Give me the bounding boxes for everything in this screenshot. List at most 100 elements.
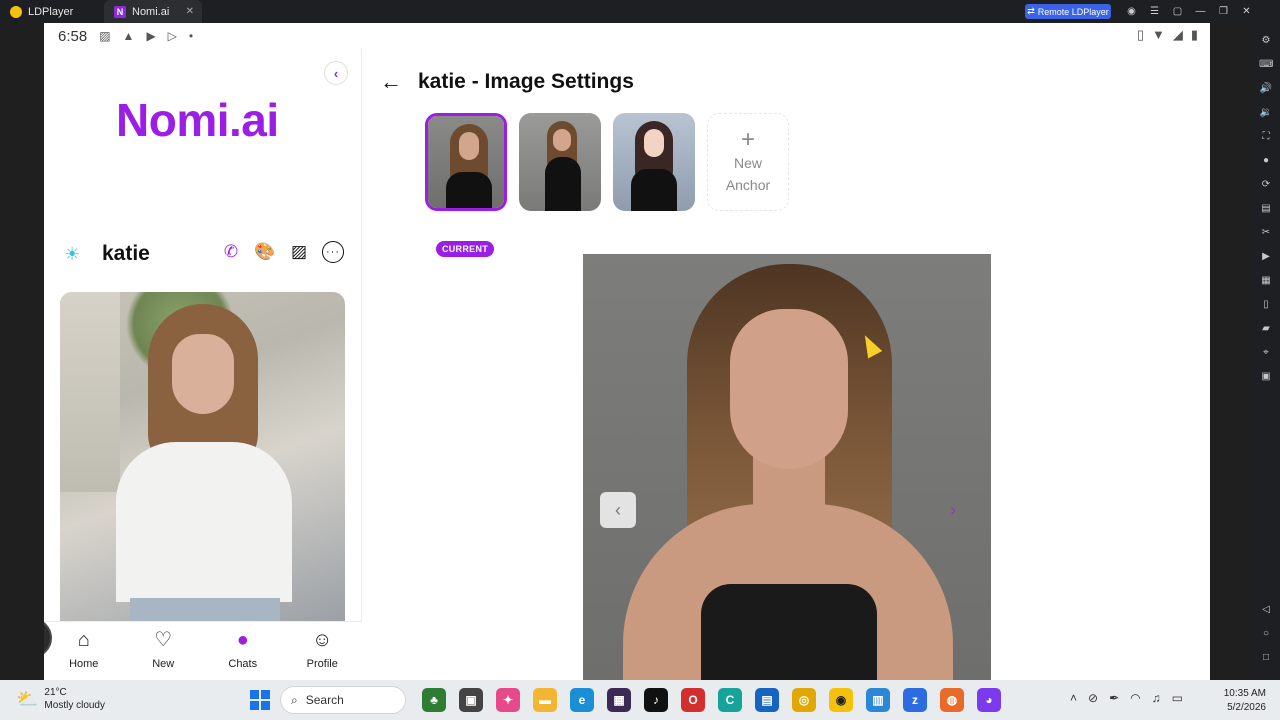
battery-tray-icon[interactable]: ▭ <box>1172 691 1183 705</box>
avatar-background-building <box>60 292 120 492</box>
tiktok-icon[interactable]: ♪ <box>644 688 668 712</box>
menu-icon[interactable]: ☰ <box>1143 6 1166 17</box>
preview-top <box>701 584 877 680</box>
video-icon[interactable]: ▶ <box>1259 250 1273 264</box>
anchor-thumbnail-2[interactable] <box>519 113 601 211</box>
apk-icon[interactable]: ▤ <box>1259 202 1273 216</box>
volume-up-icon[interactable]: 🔊 <box>1259 82 1273 96</box>
cursor-app-icon[interactable]: C <box>718 688 742 712</box>
taskbar-search[interactable]: ⌕ Search <box>280 686 406 714</box>
chrome-icon[interactable]: ◎ <box>792 688 816 712</box>
edge-icon[interactable]: e <box>570 688 594 712</box>
clock-date: 5/2/2026 <box>1227 702 1266 713</box>
screenshot-icon[interactable]: ⛶ <box>1259 130 1273 144</box>
palette-icon[interactable]: 🎨 <box>254 241 276 263</box>
location-icon[interactable]: ⌖ <box>1259 346 1273 360</box>
task-view-icon[interactable]: ▣ <box>459 688 483 712</box>
close-tab-icon[interactable]: ✕ <box>186 6 194 17</box>
collapse-sidebar-button[interactable]: ‹ <box>324 61 348 85</box>
anchor-thumbnail-current[interactable] <box>425 113 507 211</box>
game-app-icon[interactable]: ▦ <box>607 688 631 712</box>
scissors-icon[interactable]: ✂ <box>1259 226 1273 240</box>
speaker-icon[interactable]: ♫ <box>1152 691 1161 705</box>
right-gutter <box>1210 23 1252 680</box>
new-anchor-line1: New <box>733 155 762 171</box>
home-icon: ⌂ <box>77 629 90 651</box>
image-icon[interactable]: ▨ <box>288 241 310 263</box>
ldplayer-tab[interactable]: LDPlayer <box>0 0 104 23</box>
nav-home-label: Home <box>69 658 99 670</box>
sidebar: ‹ Nomi.ai ☀ katie ✆ 🎨 ▨ ··· ⌂ Home ♡ New… <box>44 49 362 680</box>
app-notification-icon: ▲ <box>122 29 135 43</box>
remote-ldplayer-button[interactable]: ⇄ Remote LDPlayer <box>1025 4 1111 19</box>
restore-icon[interactable]: ❐ <box>1212 6 1235 17</box>
more-options-icon[interactable]: ··· <box>322 241 344 263</box>
operations-icon[interactable]: ▦ <box>1259 274 1273 288</box>
opera-icon[interactable]: O <box>681 688 705 712</box>
close-window-icon[interactable]: ✕ <box>1235 6 1258 17</box>
phone-call-icon[interactable]: ✆ <box>220 241 242 263</box>
record-icon[interactable]: ● <box>1259 154 1273 168</box>
ldplayer-tab-label: LDPlayer <box>28 5 74 18</box>
shake-icon[interactable]: ▯ <box>1259 298 1273 312</box>
system-tray: ˄ ⊘ ✒ ◠ ♫ ▭ <box>1070 691 1183 705</box>
thumbnail-body <box>545 157 581 211</box>
settings-icon[interactable]: ⚙ <box>1259 34 1273 48</box>
minimize-icon[interactable]: — <box>1189 6 1212 17</box>
plus-icon: + <box>740 126 755 153</box>
nomi-header: ☀ katie ✆ 🎨 ▨ ··· <box>64 239 344 269</box>
anchor-thumbnail-anime[interactable] <box>613 113 695 211</box>
weather-desc: Mostly cloudy <box>44 700 105 711</box>
new-anchor-button[interactable]: + New Anchor <box>707 113 789 211</box>
ldplayer-taskbar-icon[interactable]: ◉ <box>829 688 853 712</box>
extra-app-icon[interactable]: ◕ <box>977 688 1001 712</box>
sync-off-icon[interactable]: ⊘ <box>1088 691 1098 705</box>
account-icon[interactable]: ◉ <box>1120 6 1143 17</box>
notepad-icon[interactable]: ▥ <box>866 688 890 712</box>
taskbar-clock[interactable]: 10:35 AM 5/2/2026 <box>1218 687 1266 715</box>
forest-app-icon[interactable]: ♣ <box>422 688 446 712</box>
multi-instance-icon[interactable]: ▣ <box>1259 370 1273 384</box>
copilot-icon[interactable]: ✦ <box>496 688 520 712</box>
keyboard-icon[interactable]: ⌨ <box>1259 58 1273 72</box>
back-arrow-icon[interactable]: ← <box>380 69 402 95</box>
weather-widget[interactable]: ⛅ 21°C Mostly cloudy <box>16 686 105 712</box>
store-icon[interactable]: ▤ <box>755 688 779 712</box>
nav-new[interactable]: ♡ New <box>124 622 204 680</box>
nav-chats-label: Chats <box>228 658 258 670</box>
chevron-up-icon[interactable]: ˄ <box>1070 691 1077 705</box>
ldplayer-logo-icon <box>10 5 22 18</box>
zoom-icon[interactable]: z <box>903 688 927 712</box>
chat-bubble-icon: ● <box>236 629 249 651</box>
home-nav-icon[interactable]: ○ <box>1259 627 1273 641</box>
person-icon: ☺ <box>312 629 333 651</box>
lightbulb-icon[interactable]: ☀ <box>64 244 88 265</box>
windows-start-icon[interactable] <box>250 690 270 710</box>
file-explorer-icon[interactable]: ▬ <box>533 688 557 712</box>
nomi-name[interactable]: katie <box>102 242 150 266</box>
next-image-button[interactable]: › <box>939 496 967 524</box>
thumbnail-face <box>459 132 479 160</box>
folder-icon[interactable]: ▰ <box>1259 322 1273 336</box>
nomi-avatar-image[interactable] <box>60 292 345 622</box>
heart-plus-icon: ♡ <box>154 629 173 651</box>
wifi-tray-icon[interactable]: ◠ <box>1130 691 1140 705</box>
status-time: 6:58 <box>58 27 88 45</box>
nav-chats[interactable]: ● Chats <box>203 622 283 680</box>
android-status-bar: 6:58 ▨ ▲ ▶ ▷ • ▯ ▼ ◢ ▮ <box>44 23 1210 49</box>
volume-down-icon[interactable]: 🔉 <box>1259 106 1273 120</box>
thumbnail-face <box>644 129 664 157</box>
nomi-tab[interactable]: N Nomi.ai ✕ <box>104 0 202 23</box>
back-nav-icon[interactable]: ◁ <box>1259 603 1273 617</box>
previous-image-button[interactable]: ‹ <box>600 492 636 528</box>
pen-icon[interactable]: ✒ <box>1109 691 1119 705</box>
firefox-icon[interactable]: ◍ <box>940 688 964 712</box>
nav-profile[interactable]: ☺ Profile <box>283 622 363 680</box>
play-store-icon: ▶ <box>146 29 156 43</box>
fullscreen-icon[interactable]: ▢ <box>1166 6 1189 17</box>
nav-home[interactable]: ⌂ Home <box>44 622 124 680</box>
recents-nav-icon[interactable]: □ <box>1259 651 1273 665</box>
avatar-face <box>172 334 234 414</box>
sync-icon[interactable]: ⟳ <box>1259 178 1273 192</box>
thumbnail-body <box>631 169 677 211</box>
